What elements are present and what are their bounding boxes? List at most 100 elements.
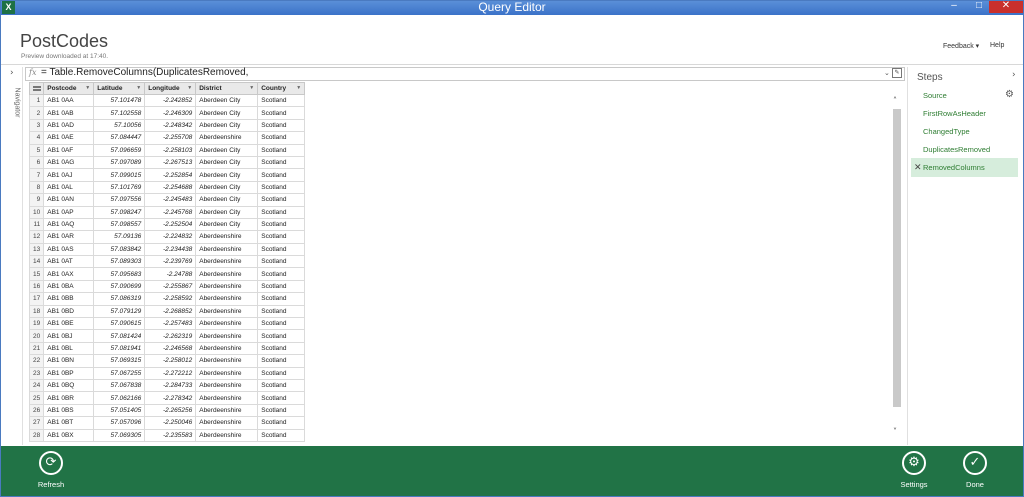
postcode-cell[interactable]: AB1 0AQ: [43, 217, 95, 232]
longitude-cell[interactable]: -2.254688: [144, 180, 197, 195]
postcode-cell[interactable]: AB1 0AG: [43, 155, 95, 170]
table-row[interactable]: 28 AB1 0BX 57.069305 -2.235583 Aberdeenshire…: [28, 428, 306, 442]
district-cell[interactable]: Aberdeenshire: [195, 279, 259, 294]
country-cell[interactable]: Scotland: [257, 180, 306, 195]
postcode-cell[interactable]: AB1 0AJ: [43, 168, 95, 182]
postcode-cell[interactable]: AB1 0BT: [43, 416, 95, 430]
longitude-cell[interactable]: -2.257483: [144, 317, 197, 331]
latitude-cell[interactable]: 57.090615: [93, 317, 146, 331]
latitude-cell[interactable]: 57.069315: [93, 354, 146, 368]
step-firstrowasheader[interactable]: FirstRowAsHeader: [911, 104, 1018, 123]
country-cell[interactable]: Scotland: [257, 242, 306, 257]
country-cell[interactable]: Scotland: [257, 354, 306, 368]
latitude-cell[interactable]: 57.095683: [93, 267, 146, 281]
latitude-cell[interactable]: 57.086319: [93, 292, 146, 306]
district-cell[interactable]: Aberdeen City: [195, 180, 259, 195]
row-number[interactable]: 8: [28, 180, 45, 195]
district-cell[interactable]: Aberdeenshire: [195, 304, 259, 319]
table-row[interactable]: 1 AB1 0AA 57.101478 -2.242852 Aberdeen City S…: [28, 93, 306, 108]
longitude-cell[interactable]: -2.246568: [144, 341, 197, 356]
table-row[interactable]: 11 AB1 0AQ 57.098557 -2.252504 Aberdeen City…: [28, 217, 306, 232]
longitude-cell[interactable]: -2.234438: [144, 242, 197, 257]
country-cell[interactable]: Scotland: [257, 143, 306, 157]
latitude-cell[interactable]: 57.067838: [93, 378, 146, 393]
latitude-cell[interactable]: 57.081941: [93, 341, 146, 356]
row-number[interactable]: 9: [28, 193, 45, 207]
postcode-cell[interactable]: AB1 0BA: [43, 279, 95, 294]
done-button[interactable]: ✓ Done: [955, 451, 995, 489]
district-cell[interactable]: Aberdeen City: [195, 205, 259, 219]
maximize-button[interactable]: □: [969, 1, 989, 13]
table-row[interactable]: 20 AB1 0BJ 57.081424 -2.262319 Aberdeenshire…: [28, 329, 306, 343]
chevron-right-icon[interactable]: ›: [10, 68, 14, 78]
column-header-latitude[interactable]: Latitude ▼: [93, 82, 146, 95]
country-cell[interactable]: Scotland: [257, 403, 306, 418]
table-row[interactable]: 9 AB1 0AN 57.097556 -2.245483 Aberdeen City S…: [28, 193, 306, 207]
longitude-cell[interactable]: -2.255867: [144, 279, 197, 294]
table-row[interactable]: 24 AB1 0BQ 57.067838 -2.284733 Aberdeenshire…: [28, 378, 306, 393]
longitude-cell[interactable]: -2.242852: [144, 93, 197, 108]
latitude-cell[interactable]: 57.101478: [93, 93, 146, 108]
minimize-button[interactable]: –: [944, 1, 964, 13]
row-number[interactable]: 22: [28, 354, 45, 368]
latitude-cell[interactable]: 57.10056: [93, 118, 146, 133]
district-cell[interactable]: Aberdeenshire: [195, 391, 259, 405]
postcode-cell[interactable]: AB1 0AP: [43, 205, 95, 219]
row-number[interactable]: 3: [28, 118, 45, 133]
longitude-cell[interactable]: -2.265256: [144, 403, 197, 418]
district-cell[interactable]: Aberdeenshire: [195, 341, 259, 356]
longitude-cell[interactable]: -2.235583: [144, 428, 197, 442]
scroll-down-icon[interactable]: ˅: [893, 427, 897, 436]
table-options-icon[interactable]: [28, 82, 45, 95]
table-row[interactable]: 2 AB1 0AB 57.102558 -2.246309 Aberdeen City S…: [28, 106, 306, 120]
table-row[interactable]: 3 AB1 0AD 57.10056 -2.248342 Aberdeen City Sc…: [28, 118, 306, 133]
district-cell[interactable]: Aberdeenshire: [195, 242, 259, 257]
district-cell[interactable]: Aberdeen City: [195, 106, 259, 120]
country-cell[interactable]: Scotland: [257, 416, 306, 430]
district-cell[interactable]: Aberdeenshire: [195, 329, 259, 343]
district-cell[interactable]: Aberdeen City: [195, 168, 259, 182]
country-cell[interactable]: Scotland: [257, 93, 306, 108]
country-cell[interactable]: Scotland: [257, 217, 306, 232]
postcode-cell[interactable]: AB1 0BN: [43, 354, 95, 368]
longitude-cell[interactable]: -2.252854: [144, 168, 197, 182]
latitude-cell[interactable]: 57.079129: [93, 304, 146, 319]
district-cell[interactable]: Aberdeenshire: [195, 255, 259, 269]
latitude-cell[interactable]: 57.069305: [93, 428, 146, 442]
table-row[interactable]: 10 AB1 0AP 57.098247 -2.245768 Aberdeen City…: [28, 205, 306, 219]
country-cell[interactable]: Scotland: [257, 168, 306, 182]
row-number[interactable]: 14: [28, 255, 45, 269]
district-cell[interactable]: Aberdeenshire: [195, 403, 259, 418]
latitude-cell[interactable]: 57.067255: [93, 366, 146, 381]
country-cell[interactable]: Scotland: [257, 118, 306, 133]
table-row[interactable]: 5 AB1 0AF 57.096659 -2.258103 Aberdeen City S…: [28, 143, 306, 157]
postcode-cell[interactable]: AB1 0AE: [43, 131, 95, 145]
latitude-cell[interactable]: 57.057096: [93, 416, 146, 430]
step-changedtype[interactable]: ChangedType: [911, 122, 1018, 141]
table-row[interactable]: 13 AB1 0AS 57.083842 -2.234438 Aberdeenshire…: [28, 242, 306, 257]
district-cell[interactable]: Aberdeenshire: [195, 267, 259, 281]
scroll-up-icon[interactable]: ˄: [893, 96, 897, 105]
latitude-cell[interactable]: 57.102558: [93, 106, 146, 120]
table-row[interactable]: 14 AB1 0AT 57.089303 -2.239769 Aberdeenshire…: [28, 255, 306, 269]
row-number[interactable]: 15: [28, 267, 45, 281]
district-cell[interactable]: Aberdeen City: [195, 217, 259, 232]
district-cell[interactable]: Aberdeenshire: [195, 416, 259, 430]
table-row[interactable]: 15 AB1 0AX 57.095683 -2.24788 Aberdeenshire S…: [28, 267, 306, 281]
latitude-cell[interactable]: 57.062166: [93, 391, 146, 405]
longitude-cell[interactable]: -2.239769: [144, 255, 197, 269]
postcode-cell[interactable]: AB1 0BX: [43, 428, 95, 442]
district-cell[interactable]: Aberdeen City: [195, 193, 259, 207]
longitude-cell[interactable]: -2.245483: [144, 193, 197, 207]
chevron-down-icon[interactable]: ▼: [296, 85, 301, 91]
district-cell[interactable]: Aberdeenshire: [195, 428, 259, 442]
postcode-cell[interactable]: AB1 0AR: [43, 230, 95, 244]
postcode-cell[interactable]: AB1 0BE: [43, 317, 95, 331]
postcode-cell[interactable]: AB1 0AF: [43, 143, 95, 157]
row-number[interactable]: 26: [28, 403, 45, 418]
district-cell[interactable]: Aberdeenshire: [195, 230, 259, 244]
district-cell[interactable]: Aberdeenshire: [195, 366, 259, 381]
country-cell[interactable]: Scotland: [257, 255, 306, 269]
feedback-menu[interactable]: Feedback ▾: [943, 42, 979, 50]
postcode-cell[interactable]: AB1 0AS: [43, 242, 95, 257]
